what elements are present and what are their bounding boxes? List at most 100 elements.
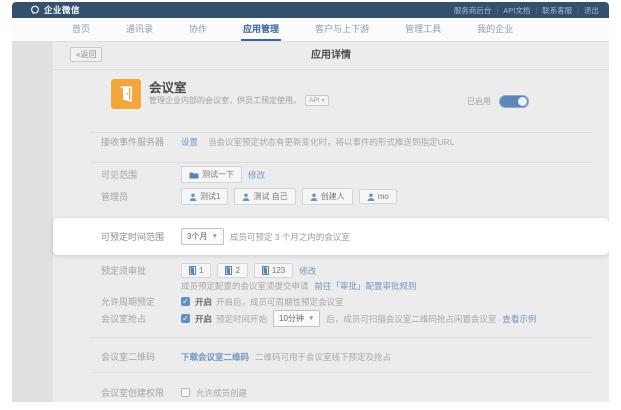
admin-member-chip[interactable]: 创建人: [302, 188, 353, 205]
row-desc: 开启后，成员可周期性预定会议室: [216, 296, 344, 308]
setup-link[interactable]: 设置: [181, 136, 198, 148]
divider: [90, 132, 592, 133]
row-label: 可见范围: [101, 168, 181, 181]
allow-create-checkbox[interactable]: [181, 388, 190, 397]
tab-contacts[interactable]: 通讯录: [124, 18, 155, 41]
row-desc: 二维码可用于会议室线下预定及抢占: [255, 351, 391, 363]
link-service-console[interactable]: 服务商后台: [454, 5, 492, 16]
brand-name: 企业微信: [44, 4, 80, 16]
periodic-on-label: 开启: [195, 296, 212, 308]
app-description-text: 管理企业内部的会议室，供员工预定使用。: [149, 95, 301, 106]
row-periodic: 允许周期预定 ✓ 开启 开启后，成员可周期性预定会议室: [101, 295, 595, 308]
tab-my-enterprise[interactable]: 我的企业: [475, 18, 515, 41]
main-nav: 首页 通讯录 协作 应用管理 客户与上下游 管理工具 我的企业: [12, 18, 609, 42]
divider: [90, 337, 592, 338]
enabled-toggle[interactable]: [499, 95, 529, 108]
folder-icon: [189, 171, 199, 179]
admin-member-chip[interactable]: 测试1: [181, 188, 228, 205]
preempt-delay-select[interactable]: 10分钟 ▼: [273, 310, 320, 327]
row-desc: 成员可预定 3 个月之内的会议室: [230, 231, 350, 243]
door-icon: [189, 266, 196, 275]
link-contact-support[interactable]: 联系客服: [542, 5, 572, 16]
link-separator: |: [535, 7, 537, 14]
select-value: 10分钟: [279, 313, 304, 324]
back-button[interactable]: «返回: [70, 47, 102, 62]
approval-room-name: 123: [272, 266, 285, 275]
tab-collaboration[interactable]: 协作: [187, 18, 209, 41]
person-icon: [310, 193, 318, 201]
download-qrcode-link[interactable]: 下载会议室二维码: [181, 351, 249, 363]
row-label: 允许周期预定: [101, 295, 181, 308]
person-icon: [189, 193, 197, 201]
brand[interactable]: 企业微信: [30, 4, 80, 16]
tab-app-management[interactable]: 应用管理: [241, 18, 281, 41]
tab-customers[interactable]: 客户与上下游: [313, 18, 371, 41]
link-separator: |: [577, 7, 579, 14]
admin-window: 企业微信 服务商后台 | API文档 | 联系客服 | 退出 首页 通讯录 协作…: [12, 2, 609, 402]
approval-room-chip[interactable]: 1: [181, 263, 211, 278]
door-icon: [117, 85, 135, 103]
row-label: 会议室抢占: [101, 312, 181, 325]
row-label: 可预定时间范围: [101, 230, 181, 243]
api-tag[interactable]: API ▾: [305, 95, 329, 106]
tab-home[interactable]: 首页: [70, 18, 92, 41]
admin-member-name: 测试 自己: [253, 191, 287, 202]
approval-room-name: 2: [235, 266, 239, 275]
app-status: 已启用: [467, 95, 529, 108]
row-preempt: 会议室抢占 ✓ 开启 预定时间开始 10分钟 ▼ 后，成员可扫描会议室二维码抢占…: [101, 310, 595, 327]
row-event-server: 接收事件服务器 设置 当会议室预定状态有更新变化时，将以事件的形式推送到指定UR…: [101, 135, 595, 148]
page-header: «返回 应用详情: [53, 42, 609, 70]
link-separator: |: [496, 7, 498, 14]
preempt-desc-after: 后，成员可扫描会议室二维码抢占闲置会议室: [326, 313, 496, 325]
content-area: «返回 应用详情 会议室 管理企业内部的会议室，供员工预定使用。 API ▾: [12, 42, 609, 402]
row-approval-desc: 成员预定配置的会议室须提交申请 前往「审批」配置审批规则: [101, 280, 595, 292]
door-icon: [262, 266, 269, 275]
top-links: 服务商后台 | API文档 | 联系客服 | 退出: [454, 5, 599, 16]
person-icon: [367, 193, 375, 201]
row-visible-range: 可见范围 测试一下 修改: [101, 166, 595, 183]
row-create-permission: 会议室创建权限 允许成员创建: [101, 386, 595, 399]
toggle-knob: [518, 97, 527, 106]
admin-member-chip[interactable]: mo: [359, 189, 397, 204]
top-bar: 企业微信 服务商后台 | API文档 | 联系客服 | 退出: [12, 2, 609, 18]
preempt-checkbox[interactable]: ✓: [181, 314, 190, 323]
bookable-range-select[interactable]: 3个月 ▼: [181, 228, 224, 245]
status-label: 已启用: [467, 96, 491, 107]
preempt-desc-before: 预定时间开始: [216, 313, 267, 325]
admin-member-name: 测试1: [200, 191, 220, 202]
meeting-room-app-icon: [111, 79, 141, 109]
link-api-docs[interactable]: API文档: [503, 5, 530, 16]
modify-link[interactable]: 修改: [299, 265, 316, 277]
approval-room-chip[interactable]: 123: [254, 263, 293, 278]
row-label: 接收事件服务器: [101, 135, 181, 148]
person-icon: [242, 193, 250, 201]
page-title: 应用详情: [53, 42, 609, 69]
admin-member-name: mo: [378, 192, 389, 201]
approval-room-chip[interactable]: 2: [217, 263, 247, 278]
link-logout[interactable]: 退出: [584, 5, 599, 16]
view-example-link[interactable]: 查看示例: [502, 313, 536, 325]
periodic-checkbox[interactable]: ✓: [181, 297, 190, 306]
api-tag-label: API: [309, 97, 319, 104]
modify-link[interactable]: 修改: [248, 169, 265, 181]
row-bookable-range: 可预定时间范围 3个月 ▼ 成员可预定 3 个月之内的会议室: [101, 218, 595, 255]
approval-room-name: 1: [199, 266, 203, 275]
approval-desc: 成员预定配置的会议室须提交申请: [181, 280, 309, 292]
row-label: 预定须审批: [101, 264, 181, 277]
divider: [90, 372, 592, 373]
app-description: 管理企业内部的会议室，供员工预定使用。 API ▾: [149, 95, 329, 106]
admin-member-chip[interactable]: 测试 自己: [234, 188, 295, 205]
app-name: 会议室: [149, 77, 187, 96]
visible-range-chip[interactable]: 测试一下: [181, 166, 242, 183]
row-label: 会议室二维码: [101, 350, 181, 363]
row-qrcode: 会议室二维码 下载会议室二维码 二维码可用于会议室线下预定及抢占: [101, 350, 595, 363]
highlighted-setting-band: 可预定时间范围 3个月 ▼ 成员可预定 3 个月之内的会议室: [53, 218, 609, 255]
approval-config-link[interactable]: 前往「审批」配置审批规则: [315, 280, 417, 292]
wecom-logo-icon: [30, 5, 40, 15]
row-label: 会议室创建权限: [101, 386, 181, 399]
chevron-down-icon: ▾: [321, 97, 324, 104]
row-approval: 预定须审批 1 2 123 修改: [101, 263, 595, 278]
divider: [90, 162, 592, 163]
chevron-down-icon: ▼: [211, 233, 217, 240]
tab-management-tools[interactable]: 管理工具: [403, 18, 443, 41]
